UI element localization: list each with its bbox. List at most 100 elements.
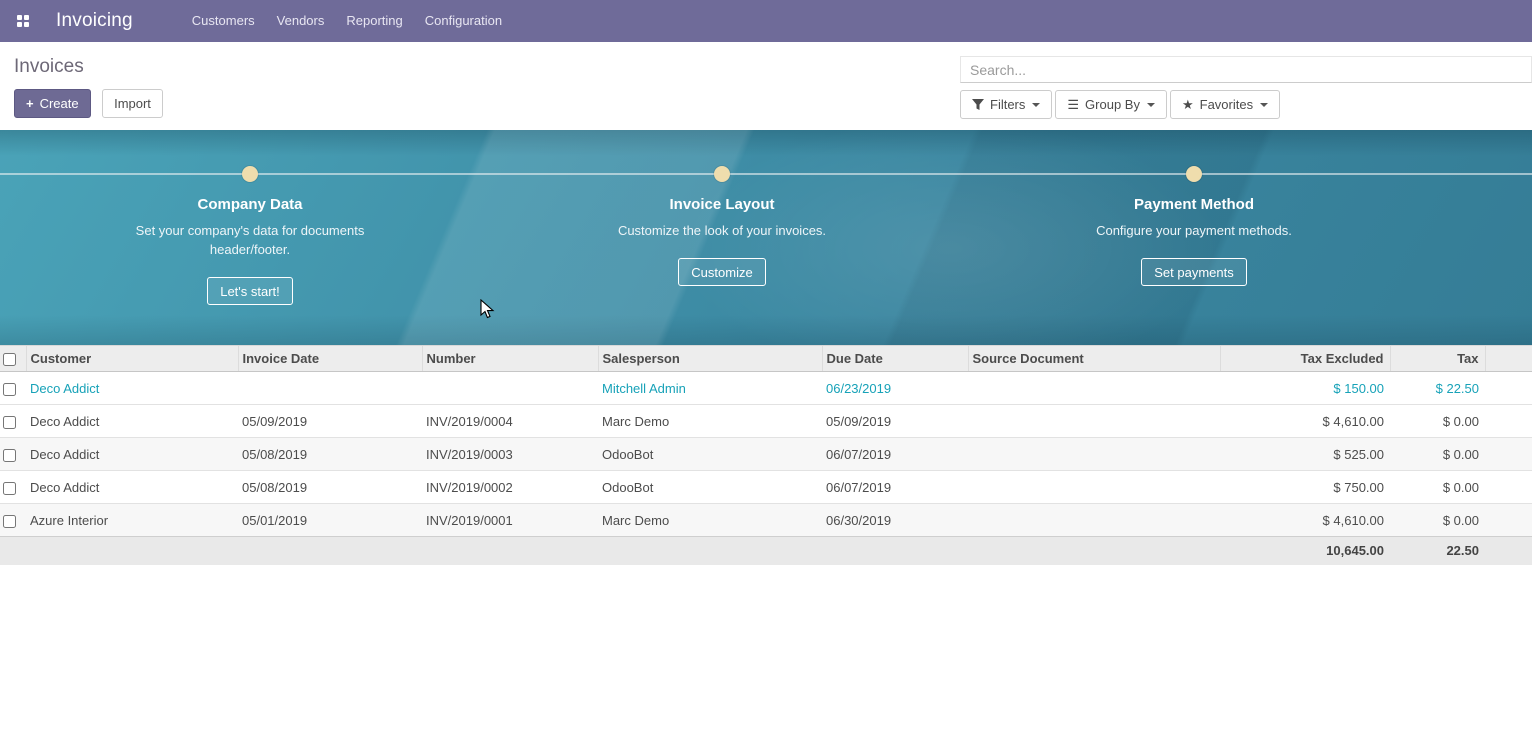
cell-customer: Deco Addict (26, 372, 238, 405)
table-row[interactable]: Deco Addict 05/08/2019 INV/2019/0002 Odo… (0, 471, 1532, 504)
cell-tax: $ 22.50 (1390, 372, 1485, 405)
cell-source-document (968, 372, 1220, 405)
cell-tax-excluded: $ 4,610.00 (1220, 504, 1390, 537)
chevron-down-icon (1032, 103, 1040, 107)
onboarding-step-invoice-layout: Invoice Layout Customize the look of you… (486, 196, 958, 286)
cell-tax-excluded: $ 150.00 (1220, 372, 1390, 405)
table-row[interactable]: Deco Addict 05/09/2019 INV/2019/0004 Mar… (0, 405, 1532, 438)
menu-reporting[interactable]: Reporting (335, 0, 413, 42)
cell-number: INV/2019/0004 (422, 405, 598, 438)
row-checkbox-cell (0, 438, 26, 471)
table-row[interactable]: Deco Addict 05/08/2019 INV/2019/0003 Odo… (0, 438, 1532, 471)
cell-salesperson: Marc Demo (598, 405, 822, 438)
menu-customers[interactable]: Customers (181, 0, 266, 42)
cell-customer: Deco Addict (26, 405, 238, 438)
cell-salesperson: Mitchell Admin (598, 372, 822, 405)
customize-button[interactable]: Customize (678, 258, 765, 286)
onboarding-step-company-data: Company Data Set your company's data for… (14, 196, 486, 305)
cell-tax-excluded: $ 525.00 (1220, 438, 1390, 471)
filters-button[interactable]: Filters (960, 90, 1052, 119)
cell-tax-excluded: $ 750.00 (1220, 471, 1390, 504)
cell-tax: $ 0.00 (1390, 471, 1485, 504)
cell-number: INV/2019/0001 (422, 504, 598, 537)
set-payments-button[interactable]: Set payments (1141, 258, 1247, 286)
column-header-source-document[interactable]: Source Document (968, 346, 1220, 372)
nav-menu: Customers Vendors Reporting Configuratio… (181, 0, 513, 42)
progress-line (0, 173, 1532, 175)
invoice-table-body: Deco Addict Mitchell Admin 06/23/2019 $ … (0, 372, 1532, 537)
column-header-due-date[interactable]: Due Date (822, 346, 968, 372)
group-by-bars-icon: ☰ (1067, 97, 1079, 113)
search-input[interactable] (960, 56, 1532, 83)
cell-tax: $ 0.00 (1390, 438, 1485, 471)
cell-tax: $ 0.00 (1390, 504, 1485, 537)
table-header-row: Customer Invoice Date Number Salesperson… (0, 346, 1532, 372)
column-header-spacer (1485, 346, 1532, 372)
chevron-down-icon (1260, 103, 1268, 107)
cell-number: INV/2019/0003 (422, 438, 598, 471)
totals-row: 10,645.00 22.50 (0, 537, 1532, 565)
table-row[interactable]: Deco Addict Mitchell Admin 06/23/2019 $ … (0, 372, 1532, 405)
top-navbar: Invoicing Customers Vendors Reporting Co… (0, 0, 1532, 42)
cell-invoice-date (238, 372, 422, 405)
lets-start-button[interactable]: Let's start! (207, 277, 293, 305)
create-button-label: Create (40, 96, 79, 111)
row-checkbox[interactable] (3, 449, 16, 462)
row-checkbox-cell (0, 405, 26, 438)
filter-funnel-icon (972, 99, 984, 111)
cell-source-document (968, 438, 1220, 471)
cell-spacer (1485, 504, 1532, 537)
total-tax: 22.50 (1390, 537, 1485, 565)
step-dot (242, 166, 258, 182)
favorites-button[interactable]: ★ Favorites (1170, 90, 1280, 119)
row-checkbox[interactable] (3, 383, 16, 396)
row-checkbox[interactable] (3, 482, 16, 495)
step-title: Company Data (14, 196, 486, 213)
cell-due-date: 06/07/2019 (822, 438, 968, 471)
column-header-tax[interactable]: Tax (1390, 346, 1485, 372)
row-checkbox-cell (0, 504, 26, 537)
row-checkbox-cell (0, 372, 26, 405)
cell-due-date: 06/30/2019 (822, 504, 968, 537)
cell-source-document (968, 504, 1220, 537)
column-header-tax-excluded[interactable]: Tax Excluded (1220, 346, 1390, 372)
cell-invoice-date: 05/01/2019 (238, 504, 422, 537)
app-title[interactable]: Invoicing (56, 10, 133, 32)
apps-menu-button[interactable] (10, 0, 36, 42)
menu-configuration[interactable]: Configuration (414, 0, 513, 42)
group-by-button[interactable]: ☰ Group By (1055, 90, 1167, 119)
step-description: Set your company's data for documents he… (135, 221, 365, 259)
column-header-invoice-date[interactable]: Invoice Date (238, 346, 422, 372)
select-all-cell (0, 346, 26, 372)
row-checkbox-cell (0, 471, 26, 504)
step-title: Invoice Layout (486, 196, 958, 213)
column-header-number[interactable]: Number (422, 346, 598, 372)
cell-salesperson: Marc Demo (598, 504, 822, 537)
invoice-table: Customer Invoice Date Number Salesperson… (0, 345, 1532, 565)
create-button[interactable]: + Create (14, 89, 91, 118)
page-title: Invoices (14, 56, 163, 78)
cell-customer: Deco Addict (26, 471, 238, 504)
cell-invoice-date: 05/08/2019 (238, 471, 422, 504)
cell-due-date: 06/23/2019 (822, 372, 968, 405)
cell-spacer (1485, 438, 1532, 471)
totals-spacer (0, 537, 1220, 565)
cell-spacer (1485, 471, 1532, 504)
cell-invoice-date: 05/08/2019 (238, 438, 422, 471)
apps-grid-icon (17, 15, 29, 27)
menu-vendors[interactable]: Vendors (266, 0, 336, 42)
filters-label: Filters (990, 97, 1025, 112)
step-title: Payment Method (958, 196, 1430, 213)
search-options: Filters ☰ Group By ★ Favorites (960, 90, 1532, 119)
cell-tax-excluded: $ 4,610.00 (1220, 405, 1390, 438)
table-row[interactable]: Azure Interior 05/01/2019 INV/2019/0001 … (0, 504, 1532, 537)
plus-icon: + (26, 96, 34, 111)
row-checkbox[interactable] (3, 416, 16, 429)
cell-salesperson: OdooBot (598, 471, 822, 504)
column-header-salesperson[interactable]: Salesperson (598, 346, 822, 372)
column-header-customer[interactable]: Customer (26, 346, 238, 372)
row-checkbox[interactable] (3, 515, 16, 528)
cell-customer: Azure Interior (26, 504, 238, 537)
select-all-checkbox[interactable] (3, 353, 16, 366)
import-button[interactable]: Import (102, 89, 163, 118)
